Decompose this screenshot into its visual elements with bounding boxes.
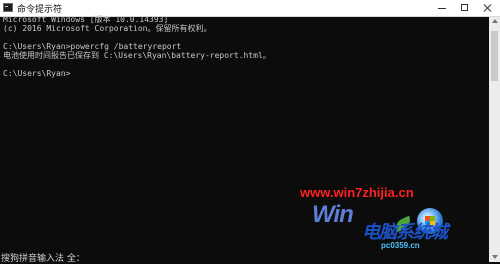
vertical-scrollbar[interactable] (489, 17, 500, 262)
close-button[interactable] (477, 0, 499, 16)
console-line: 电池使用时间报告已保存到 C:\Users\Ryan\battery-repor… (3, 51, 271, 60)
ime-status-text[interactable]: 搜狗拼音输入法 全： (1, 251, 85, 264)
maximize-button[interactable] (454, 0, 476, 16)
console-line: C:\Users\Ryan>powercfg /batteryreport (3, 42, 182, 51)
cmd-window: 命令提示符 Microsoft Windows [版本 10.0.14393] … (0, 0, 500, 264)
watermark-logo: Win 电脑系统城 pc0359.cn (312, 201, 490, 261)
console-prompt[interactable]: C:\Users\Ryan> (3, 69, 483, 78)
win-logo-text: Win (312, 201, 354, 228)
console-line: (c) 2016 Microsoft Corporation。保留所有权利。 (3, 24, 212, 33)
scroll-down-icon[interactable] (492, 255, 498, 259)
watermark-url: www.win7zhijia.cn (300, 185, 414, 200)
command-prompt-icon (3, 3, 13, 12)
watermark-site-text: pc0359.cn (381, 241, 420, 250)
minimize-button[interactable] (431, 0, 453, 16)
window-title: 命令提示符 (17, 5, 63, 15)
console-line: Microsoft Windows [版本 10.0.14393] (3, 15, 169, 24)
scroll-up-icon[interactable] (492, 19, 498, 23)
scrollbar-thumb[interactable] (491, 31, 498, 81)
